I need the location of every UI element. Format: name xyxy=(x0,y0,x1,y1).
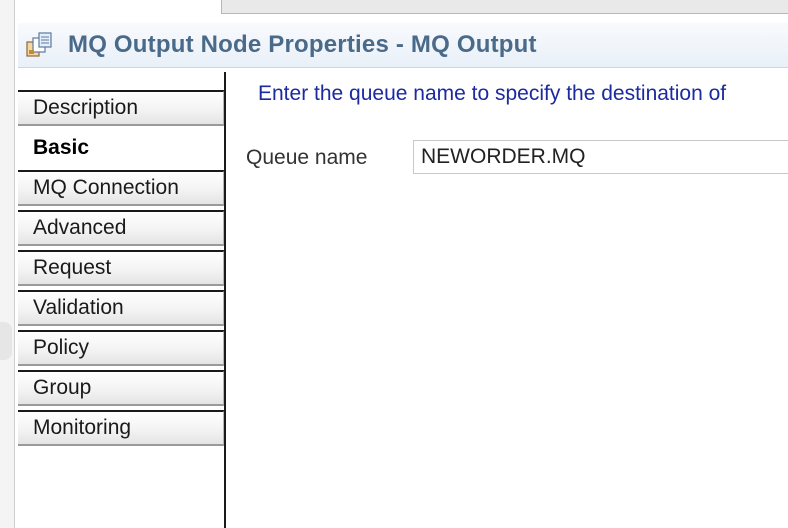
left-edge-divider xyxy=(14,0,15,528)
tab-group[interactable]: Group xyxy=(18,370,225,406)
tab-monitoring[interactable]: Monitoring xyxy=(18,410,225,446)
tab-policy[interactable]: Policy xyxy=(18,330,225,366)
properties-title-bar: MQ Output Node Properties - MQ Output xyxy=(18,23,788,68)
tab-label: Group xyxy=(33,376,92,399)
tab-basic[interactable]: Basic xyxy=(18,130,228,166)
tab-content-divider xyxy=(224,72,226,528)
tab-label: Policy xyxy=(33,336,90,359)
tab-validation[interactable]: Validation xyxy=(18,290,225,326)
properties-tab-list: Description Basic MQ Connection Advanced… xyxy=(18,68,228,528)
node-properties-icon xyxy=(24,30,58,60)
left-gutter xyxy=(0,0,14,528)
queue-name-input[interactable] xyxy=(413,140,788,174)
top-pane-edge xyxy=(221,0,788,14)
tab-label: MQ Connection xyxy=(33,176,179,199)
tab-label: Advanced xyxy=(33,216,127,239)
queue-name-label: Queue name xyxy=(246,146,368,169)
tab-description[interactable]: Description xyxy=(18,90,225,126)
tab-label: Basic xyxy=(33,136,90,159)
properties-title: MQ Output Node Properties - MQ Output xyxy=(68,31,537,58)
instructions-text: Enter the queue name to specify the dest… xyxy=(258,82,727,105)
tab-mq-connection[interactable]: MQ Connection xyxy=(18,170,225,206)
tab-advanced[interactable]: Advanced xyxy=(18,210,225,246)
tab-label: Validation xyxy=(33,296,124,319)
tab-request[interactable]: Request xyxy=(18,250,225,286)
tab-label: Request xyxy=(33,256,112,279)
tab-label: Description xyxy=(33,96,139,119)
tab-label: Monitoring xyxy=(33,416,132,439)
basic-tab-content: Enter the queue name to specify the dest… xyxy=(230,72,788,528)
sash-handle[interactable] xyxy=(0,322,12,360)
